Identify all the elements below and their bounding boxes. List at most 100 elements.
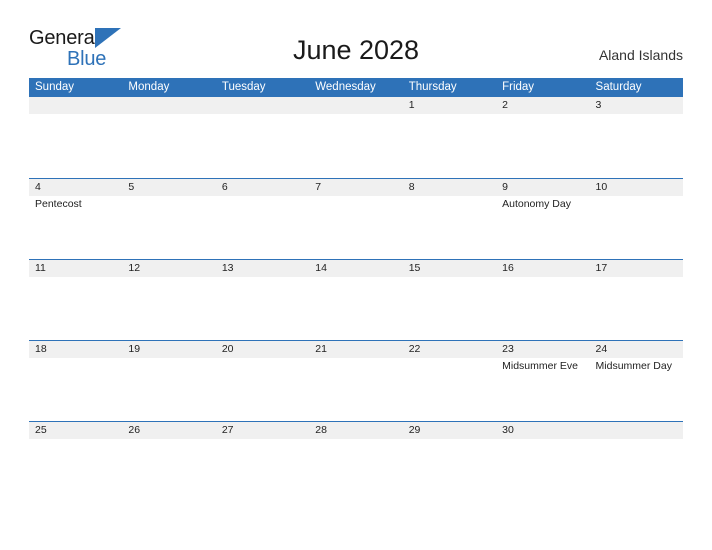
calendar-day-cell-empty — [29, 97, 123, 178]
day-number: 6 — [215, 179, 310, 196]
weekday-header-sunday: Sunday — [35, 81, 75, 93]
calendar-day-cell[interactable]: 13 — [215, 260, 310, 340]
calendar-week-row: 123 — [29, 97, 683, 178]
day-number — [589, 422, 683, 439]
calendar-day-cell-empty — [122, 97, 216, 178]
day-number: 5 — [122, 179, 216, 196]
calendar-day-cell[interactable]: 18 — [29, 341, 123, 421]
calendar-day-cell[interactable]: 4 Pentecost — [29, 179, 123, 259]
day-event-list: Midsummer Eve — [496, 358, 589, 373]
day-number: 12 — [122, 260, 216, 277]
day-number — [29, 97, 123, 114]
day-number: 8 — [402, 179, 497, 196]
day-number: 14 — [309, 260, 403, 277]
day-number: 26 — [122, 422, 216, 439]
day-number: 23 — [496, 341, 590, 358]
calendar-day-cell[interactable]: 21 — [309, 341, 403, 421]
calendar-day-cell[interactable]: 8 — [402, 179, 497, 259]
page-header: General Blue June 2028 Aland Islands — [0, 0, 712, 76]
day-number: 1 — [402, 97, 497, 114]
calendar-day-cell[interactable]: 17 — [589, 260, 683, 340]
calendar-day-cell[interactable]: 9 Autonomy Day — [496, 179, 590, 259]
day-number: 17 — [589, 260, 683, 277]
calendar-day-cell[interactable]: 16 — [496, 260, 590, 340]
calendar-day-cell[interactable]: 2 — [496, 97, 590, 178]
calendar-day-cell[interactable]: 1 — [402, 97, 497, 178]
weekday-header-thursday: Thursday — [408, 81, 457, 93]
calendar-day-cell[interactable]: 7 — [309, 179, 403, 259]
day-number: 3 — [589, 97, 683, 114]
calendar-day-cell[interactable]: 30 — [496, 422, 590, 503]
day-number: 24 — [589, 341, 683, 358]
day-number: 4 — [29, 179, 123, 196]
day-number — [309, 97, 403, 114]
calendar-day-cell[interactable]: 19 — [122, 341, 216, 421]
calendar-day-cell[interactable]: 20 — [215, 341, 310, 421]
calendar-week-inner: 11 12 13 14 15 16 17 — [29, 260, 683, 340]
calendar-week-row: 11 12 13 14 15 16 17 — [29, 259, 683, 340]
calendar-day-cell[interactable]: 29 — [402, 422, 497, 503]
day-number: 13 — [215, 260, 310, 277]
calendar-day-cell[interactable]: 6 — [215, 179, 310, 259]
day-number: 9 — [496, 179, 590, 196]
calendar-day-cell[interactable]: 27 — [215, 422, 310, 503]
weekday-header-row: Sunday Monday Tuesday Wednesday Thursday… — [29, 78, 683, 97]
weekday-header-friday: Friday — [502, 81, 535, 93]
day-event-list: Midsummer Day — [590, 358, 683, 373]
day-event: Midsummer Day — [595, 360, 672, 372]
calendar-day-cell[interactable]: 24 Midsummer Day — [589, 341, 683, 421]
calendar-week-inner: 123 — [29, 97, 683, 178]
day-number: 15 — [402, 260, 497, 277]
day-number: 10 — [589, 179, 683, 196]
day-number: 29 — [402, 422, 497, 439]
day-number: 11 — [29, 260, 123, 277]
calendar-week-inner: 18 19 20 21 22 23 Midsummer Eve 24 Midsummer Day — [29, 341, 683, 421]
calendar-day-cell[interactable]: 28 — [309, 422, 403, 503]
calendar-day-cell[interactable]: 5 — [122, 179, 216, 259]
weekday-header-monday: Monday — [128, 81, 170, 93]
day-number: 28 — [309, 422, 403, 439]
day-number — [122, 97, 216, 114]
calendar-day-cell-empty — [589, 422, 683, 503]
calendar-week-row: 25 26 27 28 29 30 — [29, 421, 683, 503]
day-number: 22 — [402, 341, 497, 358]
day-number: 20 — [215, 341, 310, 358]
calendar-weeks: 1 2 3 4 Pentecost 5 6 7 8 9 Autonomy Day 10 11 12 13 14… — [29, 97, 683, 503]
weekday-header-tuesday: Tuesday — [221, 81, 266, 93]
day-event: Pentecost — [35, 198, 82, 210]
day-number: 7 — [309, 179, 403, 196]
day-event-list: Pentecost — [29, 196, 122, 211]
calendar-week-inner: 25 26 27 28 29 30 — [29, 422, 683, 503]
calendar-day-cell[interactable]: 25 — [29, 422, 123, 503]
calendar-day-cell[interactable]: 10 — [589, 179, 683, 259]
calendar-week-row: 18 19 20 21 22 23 Midsummer Eve 24 Midsummer Day — [29, 340, 683, 421]
calendar-day-cell[interactable]: 11 — [29, 260, 123, 340]
region-label: Aland Islands — [598, 47, 683, 63]
calendar-week-row: 4 Pentecost 5 6 7 8 9 Autonomy Day 10 — [29, 178, 683, 259]
calendar-page: General Blue June 2028 Aland Islands Sun… — [0, 0, 712, 550]
calendar-day-cell[interactable]: 15 — [402, 260, 497, 340]
calendar-day-cell[interactable]: 3 — [589, 97, 683, 178]
day-number: 21 — [309, 341, 403, 358]
day-event-list: Autonomy Day — [496, 196, 589, 211]
calendar-grid: Sunday Monday Tuesday Wednesday Thursday… — [29, 78, 683, 503]
day-number: 25 — [29, 422, 123, 439]
calendar-day-cell[interactable]: 12 — [122, 260, 216, 340]
calendar-day-cell[interactable]: 23 Midsummer Eve — [496, 341, 590, 421]
day-number: 18 — [29, 341, 123, 358]
day-number: 30 — [496, 422, 590, 439]
calendar-day-cell[interactable]: 14 — [309, 260, 403, 340]
day-event: Midsummer Eve — [502, 360, 578, 372]
weekday-header-saturday: Saturday — [595, 81, 642, 93]
calendar-day-cell[interactable]: 26 — [122, 422, 216, 503]
day-number — [215, 97, 310, 114]
calendar-day-cell-empty — [309, 97, 403, 178]
day-event: Autonomy Day — [502, 198, 571, 210]
weekday-header-wednesday: Wednesday — [315, 81, 376, 93]
calendar-week-inner: 4 Pentecost 5 6 7 8 9 Autonomy Day 10 — [29, 179, 683, 259]
calendar-day-cell-empty — [215, 97, 310, 178]
day-number: 2 — [496, 97, 590, 114]
day-number: 19 — [122, 341, 216, 358]
day-number: 27 — [215, 422, 310, 439]
calendar-day-cell[interactable]: 22 — [402, 341, 497, 421]
